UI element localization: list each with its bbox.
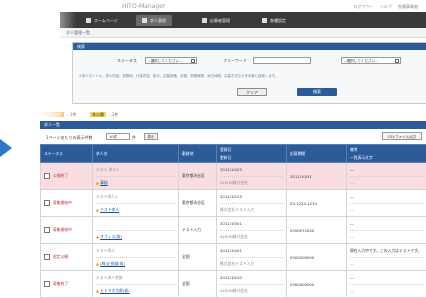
date-cell: 2012/10/10ALEHN株式会社 — [217, 271, 287, 298]
tab-applicants[interactable]: 応募者管理 — [196, 15, 236, 26]
row-checkbox[interactable] — [44, 200, 50, 206]
keyword-label: フリーワード — [223, 58, 247, 64]
users-icon — [202, 18, 207, 23]
status-select[interactable]: --選択してください-- — [145, 57, 197, 64]
app-window: HITO-Manager ログアウト ヘルプ 各種事業者 ホームページ 求人管理… — [16, 0, 426, 278]
top-links: ログアウト ヘルプ 各種事業者 — [348, 4, 418, 10]
per-page-label: 1ページあたりの表示件数 — [46, 135, 92, 141]
job-link[interactable]: (株)企画部(仮) — [100, 261, 125, 266]
column-header[interactable]: 応募期間 — [287, 145, 347, 163]
job-link[interactable]: オフィス(仮) — [100, 234, 122, 239]
area-cell: 東京都渋谷区 — [179, 163, 217, 190]
job-link[interactable]: ヒトマネ太郎(仮) — [100, 288, 130, 293]
keyword-input[interactable] — [253, 57, 311, 64]
gear-icon — [262, 18, 267, 23]
note-cell: ―― — [347, 271, 426, 298]
tab-job-management[interactable]: 求人管理 — [136, 15, 172, 26]
job-table: ステータス 求人名 勤務地 登録日更新日 応募期間 備考一覧表示文字 公開終了テ… — [40, 144, 426, 298]
status-cell: 募集開始中 — [41, 190, 93, 217]
date-cell: 2012/10/15株式会社テスト入力 — [217, 190, 287, 217]
breadcrumb-bar: 求人管理一覧 — [60, 28, 426, 38]
period-cell: 03-1234-1234 — [287, 190, 347, 217]
table-row[interactable]: 募集開始中テスト求人1▲ テスト求人東京都渋谷区2012/10/15株式会社テス… — [41, 190, 426, 217]
table-row[interactable]: 限定公開テスト求人▲ (株)企画部(仮)全国2012/10/01株式会社テスト入… — [41, 244, 426, 271]
period-cell: 0300000000 — [287, 244, 347, 271]
chevron-down-icon — [395, 59, 399, 63]
period-cell: 0300000000 — [287, 271, 347, 298]
date-cell: 2012/10/01株式会社テスト入力 — [217, 244, 287, 271]
main-nav: ホームページ 求人管理 応募者管理 各種設定 — [60, 12, 426, 28]
tab-settings[interactable]: 各種設定 — [256, 15, 292, 26]
business-link[interactable]: 各種事業者 — [398, 4, 418, 9]
help-link[interactable]: ヘルプ — [380, 4, 392, 9]
job-link[interactable]: 事務 — [100, 180, 108, 185]
home-icon — [86, 18, 91, 23]
column-header[interactable]: 求人名 — [93, 145, 179, 163]
area-cell: 全国 — [179, 244, 217, 271]
row-checkbox[interactable] — [44, 254, 50, 260]
list-header: 求人一覧 — [40, 121, 426, 129]
area-cell: テスト入力 — [179, 217, 217, 244]
search-hint: ※求人タイトル、求人内容、勤務地、仕事内容、給与、応募資格、待遇、勤務時間、休日… — [79, 73, 278, 78]
table-row[interactable]: 公開終了テスト 求人2▲ 事務東京都渋谷区2012/10/25ALEHN株式会社… — [41, 163, 426, 190]
note-cell: ―― — [347, 190, 426, 217]
date-cell: 2012/10/25ALEHN株式会社 — [217, 163, 287, 190]
area-cell: 全国 — [179, 271, 217, 298]
row-checkbox[interactable] — [44, 281, 50, 287]
status-label: ステータス — [117, 58, 137, 64]
search-header: 検索 — [73, 43, 426, 50]
period-cell: 2012/10/31 — [287, 163, 347, 190]
logout-link[interactable]: ログアウト — [353, 4, 373, 9]
document-icon — [142, 18, 147, 23]
fade-overlay — [16, 0, 76, 120]
row-checkbox[interactable] — [44, 173, 50, 179]
per-page-button[interactable]: 表示 — [144, 133, 158, 140]
status-cell: 限定公開 — [41, 244, 93, 271]
list-controls: 1ページあたりの表示件数 10件 件 表示 CSVファイル出力 — [40, 132, 426, 142]
area-cell: 東京都渋谷区 — [179, 190, 217, 217]
note-cell: ―― — [347, 217, 426, 244]
status-cell: 募集終了 — [41, 271, 93, 298]
tab-home[interactable]: ホームページ — [80, 15, 124, 26]
pointer-arrow-icon — [0, 139, 12, 157]
job-name-cell: テスト求人▲ (株)企画部(仮) — [93, 244, 179, 271]
per-page-select[interactable]: 10件 — [106, 133, 130, 140]
job-link[interactable]: テスト求人 — [100, 207, 119, 212]
search-button[interactable]: 検索 — [297, 88, 337, 96]
keyword-target-select[interactable]: --選択してください-- — [341, 57, 401, 64]
date-cell: 2012/10/01ALEHN株式会社 — [217, 217, 287, 244]
table-header-row: ステータス 求人名 勤務地 登録日更新日 応募期間 備考一覧表示文字 — [41, 145, 426, 163]
status-cell: 募集開始中 — [41, 217, 93, 244]
csv-export-button[interactable]: CSVファイル出力 — [382, 132, 422, 140]
column-header[interactable]: 勤務地 — [179, 145, 217, 163]
status-cell: 公開終了 — [41, 163, 93, 190]
row-checkbox[interactable] — [44, 227, 50, 233]
per-page-unit: 件 — [132, 135, 136, 141]
table-row[interactable]: 募集開始中▲ オフィス(仮)テスト入力2012/10/01ALEHN株式会社03… — [41, 217, 426, 244]
column-header[interactable]: ステータス — [41, 145, 93, 163]
job-name-cell: テスト求人名前▲ ヒトマネ太郎(仮) — [93, 271, 179, 298]
job-name-cell: ▲ オフィス(仮) — [93, 217, 179, 244]
note-cell: ―― — [347, 163, 426, 190]
search-panel: 検索 ステータス --選択してください-- フリーワード --選択してください-… — [72, 42, 426, 104]
period-cell: 0300072000 — [287, 217, 347, 244]
column-header[interactable]: 登録日更新日 — [217, 145, 287, 163]
job-name-cell: テスト 求人2▲ 事務 — [93, 163, 179, 190]
clear-button[interactable]: クリア — [237, 88, 267, 96]
note-cell: 現在入力中です。この入力はテストです。― — [347, 244, 426, 271]
job-name-cell: テスト求人1▲ テスト求人 — [93, 190, 179, 217]
chevron-down-icon — [191, 59, 195, 63]
app-logo: HITO-Manager — [122, 3, 165, 10]
legend-private: 非公開 — [90, 112, 106, 117]
column-header[interactable]: 備考一覧表示文字 — [347, 145, 426, 163]
table-row[interactable]: 募集終了テスト求人名前▲ ヒトマネ太郎(仮)全国2012/10/10ALEHN株… — [41, 271, 426, 298]
